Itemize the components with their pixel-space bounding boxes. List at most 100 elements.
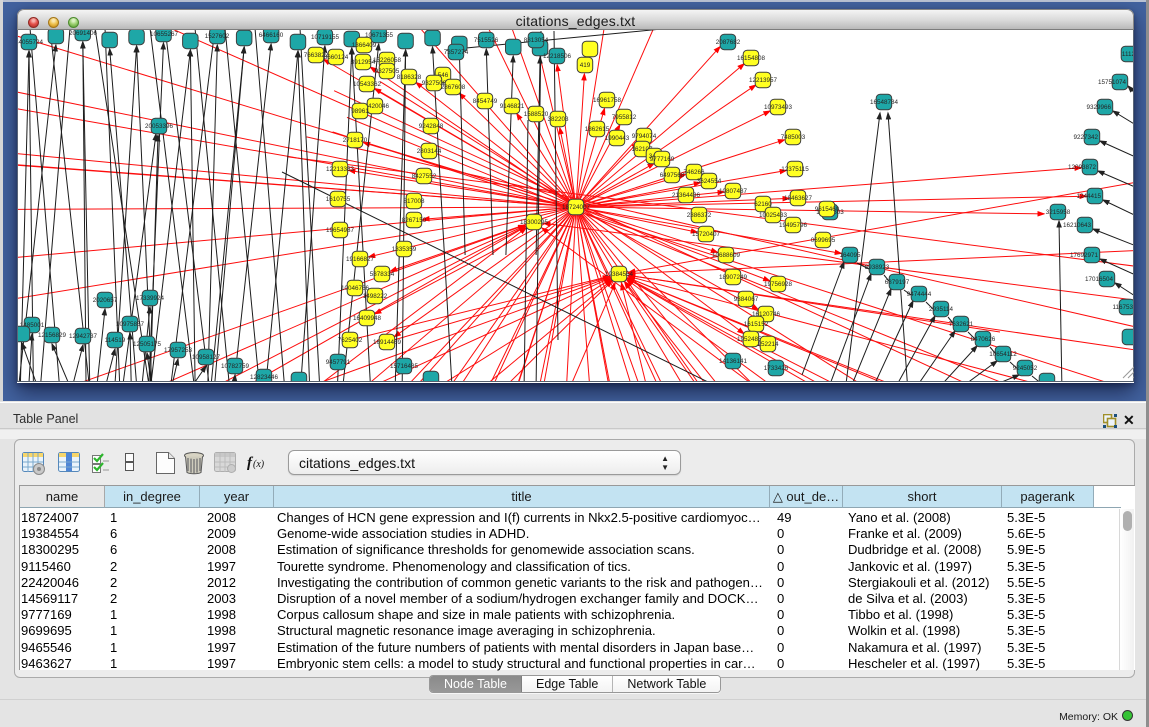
svg-text:2386372: 2386372 — [687, 212, 712, 219]
svg-text:19654987: 19654987 — [326, 227, 355, 234]
svg-text:382203: 382203 — [547, 116, 569, 123]
svg-text:12505175: 12505175 — [133, 341, 162, 348]
svg-text:252214: 252214 — [757, 341, 779, 348]
svg-text:7515526: 7515526 — [474, 37, 499, 44]
svg-text:10655267: 10655267 — [150, 31, 179, 38]
svg-text:3624554: 3624554 — [697, 178, 722, 185]
svg-text:9146821: 9146821 — [500, 103, 525, 110]
svg-text:9474444: 9474444 — [907, 291, 932, 298]
svg-text:9329966: 9329966 — [1086, 104, 1111, 111]
svg-text:10543362: 10543362 — [353, 81, 382, 88]
svg-text:9245052: 9245052 — [1013, 365, 1038, 372]
svg-text:18724007: 18724007 — [562, 204, 591, 211]
svg-text:18907249: 18907249 — [719, 274, 748, 281]
svg-text:116753: 116753 — [1112, 304, 1133, 311]
svg-text:24055724: 24055724 — [17, 39, 43, 46]
svg-text:98961: 98961 — [351, 108, 369, 115]
svg-text:17339924: 17339924 — [136, 295, 165, 302]
svg-text:2020657: 2020657 — [93, 297, 118, 304]
svg-text:114519: 114519 — [105, 337, 126, 344]
svg-text:164095: 164095 — [839, 252, 861, 259]
svg-text:20053396: 20053396 — [145, 123, 174, 130]
svg-text:19166827: 19166827 — [346, 256, 375, 263]
svg-text:8267150: 8267150 — [402, 217, 427, 224]
svg-text:16961758: 16961758 — [593, 97, 622, 104]
svg-text:1112: 1112 — [1122, 51, 1134, 58]
svg-text:8813054: 8813054 — [524, 37, 549, 44]
svg-text:2087682: 2087682 — [716, 39, 741, 46]
svg-text:1610755: 1610755 — [326, 196, 351, 203]
svg-text:1588520: 1588520 — [524, 111, 549, 118]
svg-text:7625402: 7625402 — [338, 337, 363, 344]
svg-text:817008: 817008 — [403, 198, 425, 205]
svg-text:10973493: 10973493 — [764, 104, 793, 111]
svg-text:1733426: 1733426 — [764, 365, 789, 372]
svg-text:19495796: 19495796 — [779, 222, 808, 229]
svg-text:12823446: 12823446 — [250, 374, 279, 381]
svg-text:14136141: 14136141 — [719, 358, 748, 365]
svg-text:6466160: 6466160 — [259, 32, 284, 39]
svg-text:0699695: 0699695 — [811, 237, 836, 244]
svg-text:16548784: 16548784 — [870, 99, 899, 106]
svg-text:12093872: 12093872 — [1068, 164, 1097, 171]
svg-text:2718170: 2718170 — [343, 137, 368, 144]
svg-text:18463627: 18463627 — [784, 195, 813, 202]
svg-text:16914469: 16914469 — [373, 339, 402, 346]
svg-text:9227342: 9227342 — [1073, 134, 1098, 141]
svg-text:12213383: 12213383 — [326, 166, 355, 173]
svg-text:16210643: 16210643 — [1063, 222, 1092, 229]
svg-text:10975857: 10975857 — [116, 321, 145, 328]
svg-text:9615460: 9615460 — [815, 206, 840, 213]
svg-text:2935114: 2935114 — [929, 306, 954, 313]
svg-text:7485003: 7485003 — [781, 134, 806, 141]
svg-text:10025433: 10025433 — [759, 212, 788, 219]
svg-text:9242848: 9242848 — [419, 123, 444, 130]
svg-text:15751074: 15751074 — [1098, 79, 1127, 86]
svg-text:15716485: 15716485 — [390, 363, 419, 370]
svg-text:10807487: 10807487 — [719, 188, 748, 195]
svg-text:(x): (x) — [253, 459, 265, 470]
svg-text:17957253: 17957253 — [164, 347, 193, 354]
svg-text:9794074: 9794074 — [632, 133, 657, 140]
svg-text:9457791: 9457791 — [326, 359, 351, 366]
svg-text:16154808: 16154808 — [737, 55, 766, 62]
svg-text:8470626: 8470626 — [971, 336, 996, 343]
svg-text:1366409: 1366409 — [352, 42, 377, 49]
svg-text:1498222: 1498222 — [363, 293, 388, 300]
svg-text:20691406: 20691406 — [69, 30, 98, 37]
svg-text:1244415: 1244415 — [1076, 193, 1101, 200]
svg-text:8660124: 8660124 — [324, 54, 349, 61]
svg-text:3215958: 3215958 — [1046, 209, 1071, 216]
svg-text:9777169: 9777169 — [650, 156, 675, 163]
svg-text:21364436: 21364436 — [672, 192, 701, 199]
svg-text:19756928: 19756928 — [764, 281, 793, 288]
svg-text:7955812: 7955812 — [612, 114, 637, 121]
svg-text:6879197: 6879197 — [885, 279, 910, 286]
svg-text:16409948: 16409948 — [353, 315, 382, 322]
svg-text:17692971: 17692971 — [1070, 252, 1099, 259]
svg-text:12375115: 12375115 — [781, 166, 809, 173]
svg-text:7632621: 7632621 — [949, 321, 974, 328]
svg-text:9384067: 9384067 — [734, 296, 759, 303]
svg-text:2803144: 2803144 — [417, 148, 442, 155]
svg-text:8427552: 8427552 — [412, 173, 437, 180]
svg-text:18300295: 18300295 — [520, 219, 549, 226]
svg-text:15720407: 15720407 — [692, 231, 721, 238]
svg-text:1862615: 1862615 — [585, 126, 610, 133]
svg-text:19384554: 19384554 — [605, 271, 634, 278]
svg-text:1615152: 1615152 — [744, 321, 769, 328]
svg-text:10046766: 10046766 — [341, 285, 370, 292]
svg-text:1527602: 1527602 — [205, 33, 230, 40]
svg-text:7357274: 7357274 — [444, 49, 469, 56]
svg-text:419: 419 — [580, 62, 591, 69]
svg-text:10688609: 10688609 — [712, 252, 741, 259]
svg-text:6497568: 6497568 — [660, 172, 685, 179]
svg-text:1335359: 1335359 — [392, 246, 417, 253]
svg-text:17016504: 17016504 — [1085, 276, 1114, 283]
svg-text:8938923: 8938923 — [865, 264, 890, 271]
svg-text:10654112: 10654112 — [989, 351, 1017, 358]
svg-text:10719155: 10719155 — [311, 34, 340, 41]
svg-text:12942737: 12942737 — [69, 333, 98, 340]
svg-text:2867608: 2867608 — [441, 84, 466, 91]
svg-text:8186328: 8186328 — [397, 74, 422, 81]
